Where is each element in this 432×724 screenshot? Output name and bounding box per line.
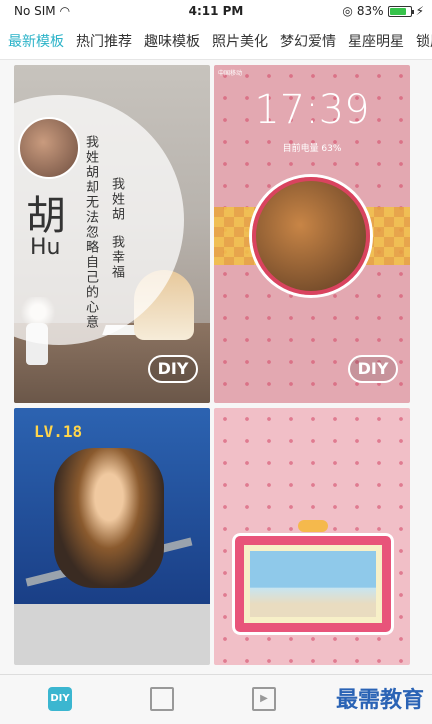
tab-hot[interactable]: 热门推荐 xyxy=(72,31,136,51)
avatar xyxy=(18,117,80,179)
level-label: LV.18 xyxy=(34,422,83,441)
nav-video-icon[interactable]: ▶ xyxy=(252,687,276,711)
big-character: 胡 xyxy=(26,193,66,239)
charging-icon: ⚡ xyxy=(415,4,424,18)
vertical-text-3: 我幸福 xyxy=(109,235,124,280)
battery-percent: 83% xyxy=(356,4,384,18)
tab-love[interactable]: 梦幻爱情 xyxy=(276,31,340,51)
tab-fun[interactable]: 趣味模板 xyxy=(140,31,204,51)
battery-text: 目前电量 63% xyxy=(282,144,342,154)
template-card-frame[interactable] xyxy=(214,408,410,665)
battery-icon xyxy=(387,5,414,17)
warrior-image xyxy=(54,448,164,588)
tab-latest[interactable]: 最新模板 xyxy=(4,31,68,51)
vertical-text-main: 我姓胡却无法忽略自己的心意 xyxy=(83,135,98,330)
nav-diy-icon[interactable]: DIY xyxy=(48,687,72,711)
couple-photo xyxy=(252,177,370,295)
bow-image xyxy=(298,520,328,532)
tab-photo[interactable]: 照片美化 xyxy=(208,31,272,51)
watermark: 最需教育 xyxy=(335,688,424,713)
photo-frame xyxy=(232,533,394,635)
tab-star[interactable]: 星座明星 xyxy=(344,31,408,51)
status-bar: No SIM ◠ 4:11 PM ◎ 83% ⚡ xyxy=(0,0,432,22)
diy-button[interactable]: DIY xyxy=(148,355,198,383)
mini-status: 中国移动 xyxy=(218,70,243,77)
tab-lock[interactable]: 锁屏 xyxy=(412,31,432,51)
template-card-lockscreen[interactable]: 中国移动 17:39 目前电量 63% DIY xyxy=(214,65,410,403)
template-card-game[interactable]: LV.18 xyxy=(14,408,210,665)
lockscreen-clock: 17:39 xyxy=(254,87,370,133)
diy-button[interactable]: DIY xyxy=(348,355,398,383)
template-grid: 胡 Hu 我姓胡却无法忽略自己的心意 我姓胡 我幸福 DIY 中国移动 17:3… xyxy=(14,65,410,665)
template-card-name[interactable]: 胡 Hu 我姓胡却无法忽略自己的心意 我姓胡 我幸福 DIY xyxy=(14,65,210,403)
beach-photo xyxy=(250,551,376,617)
pinyin-label: Hu xyxy=(30,235,61,260)
status-right: ◎ 83% ⚡ xyxy=(342,4,424,18)
rotation-lock-icon: ◎ xyxy=(342,4,353,18)
frame-inner xyxy=(244,545,382,623)
nav-picture-icon[interactable] xyxy=(150,687,174,711)
vertical-text-2: 我姓胡 xyxy=(109,177,124,222)
category-tabs: 最新模板 热门推荐 趣味模板 照片美化 梦幻爱情 星座明星 锁屏 xyxy=(0,22,432,60)
bottom-nav: DIY ▶ 最需教育 xyxy=(0,674,432,724)
